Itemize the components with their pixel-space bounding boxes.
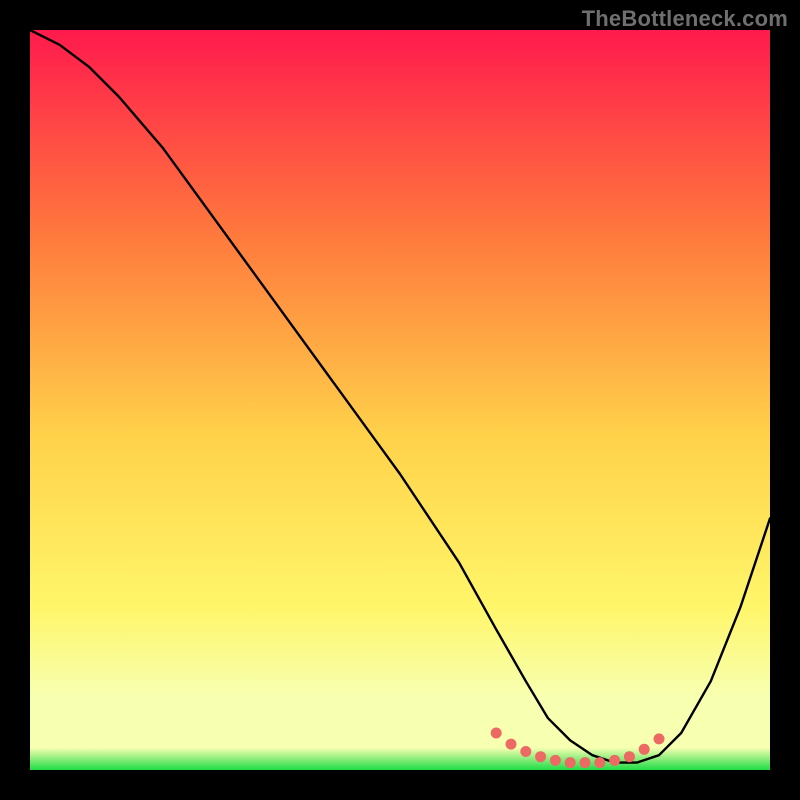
- watermark-text: TheBottleneck.com: [582, 6, 788, 32]
- optimal-dot: [535, 751, 546, 762]
- optimal-dot: [624, 751, 635, 762]
- optimal-dot: [491, 728, 502, 739]
- optimal-dot: [580, 757, 591, 768]
- optimal-dot: [639, 744, 650, 755]
- optimal-dot: [520, 746, 531, 757]
- optimal-dot: [565, 757, 576, 768]
- optimal-dot: [654, 733, 665, 744]
- optimal-dot: [609, 755, 620, 766]
- gradient-background: [30, 30, 770, 770]
- optimal-dot: [506, 739, 517, 750]
- optimal-dot: [550, 755, 561, 766]
- chart-frame: TheBottleneck.com: [0, 0, 800, 800]
- optimal-dot: [594, 757, 605, 768]
- plot-area: [30, 30, 770, 770]
- bottleneck-chart: [30, 30, 770, 770]
